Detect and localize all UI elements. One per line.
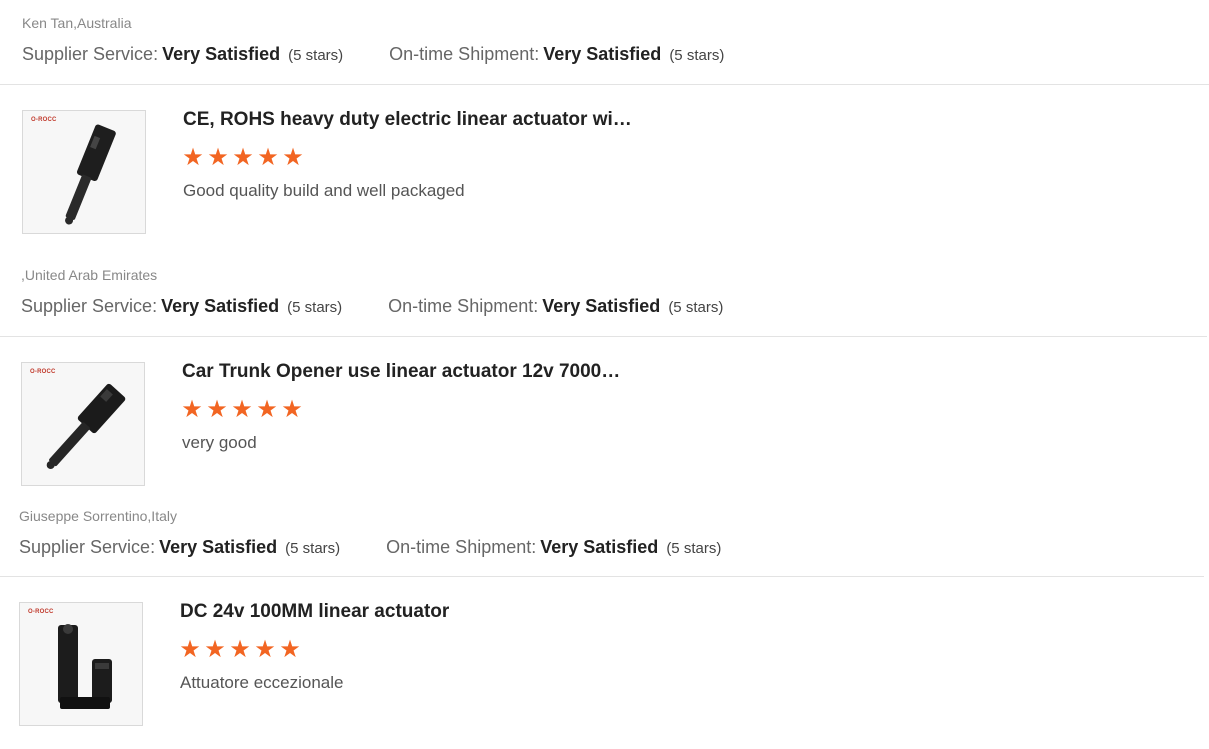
- supplier-service-stars: (5 stars): [288, 47, 344, 64]
- supplier-service-rating: Supplier Service: Very Satisfied (5 stars): [21, 296, 342, 317]
- shipment-stars: (5 stars): [666, 540, 722, 557]
- shipment-label: On-time Shipment:: [389, 44, 540, 64]
- review-comment: Attuatore eccezionale: [180, 673, 344, 692]
- ratings-row: Supplier Service: Very Satisfied (5 stars)…: [21, 296, 723, 317]
- shipment-stars: (5 stars): [669, 47, 725, 64]
- star-icon: ★: [254, 636, 276, 663]
- star-icon: ★: [231, 396, 253, 423]
- star-icon: ★: [257, 144, 279, 171]
- product-title[interactable]: CE, ROHS heavy duty electric linear actu…: [183, 109, 632, 131]
- shipment-stars: (5 stars): [668, 299, 724, 316]
- star-rating: ★ ★ ★ ★ ★: [178, 638, 302, 662]
- shipment-value: Very Satisfied: [543, 44, 662, 64]
- star-icon: ★: [206, 396, 228, 423]
- ratings-row: Supplier Service: Very Satisfied (5 stars)…: [19, 537, 721, 558]
- supplier-service-label: Supplier Service:: [21, 296, 158, 316]
- product-thumbnail[interactable]: O-ROCC: [21, 362, 145, 486]
- star-icon: ★: [182, 144, 204, 171]
- star-icon: ★: [256, 396, 278, 423]
- shipment-label: On-time Shipment:: [386, 537, 537, 557]
- supplier-service-stars: (5 stars): [287, 299, 343, 316]
- star-icon: ★: [279, 636, 301, 663]
- supplier-service-label: Supplier Service:: [22, 44, 159, 64]
- shipment-value: Very Satisfied: [540, 537, 659, 557]
- star-icon: ★: [207, 144, 229, 171]
- shipment-rating: On-time Shipment: Very Satisfied (5 stars): [388, 296, 723, 317]
- star-icon: ★: [204, 636, 226, 663]
- star-icon: ★: [179, 636, 201, 663]
- star-rating: ★ ★ ★ ★ ★: [181, 146, 305, 170]
- product-title[interactable]: DC 24v 100MM linear actuator: [180, 601, 449, 623]
- reviewer-name: Ken Tan,Australia: [22, 15, 132, 31]
- review-comment: Good quality build and well packaged: [183, 181, 465, 200]
- divider: [0, 336, 1207, 337]
- review-comment: very good: [182, 433, 257, 452]
- shipment-rating: On-time Shipment: Very Satisfied (5 stars): [389, 44, 724, 65]
- shipment-label: On-time Shipment:: [388, 296, 539, 316]
- shipment-rating: On-time Shipment: Very Satisfied (5 stars): [386, 537, 721, 558]
- product-thumbnail[interactable]: O-ROCC: [22, 110, 146, 234]
- star-icon: ★: [232, 144, 254, 171]
- star-rating: ★ ★ ★ ★ ★: [180, 398, 304, 422]
- actuator-image: [58, 624, 112, 709]
- supplier-service-rating: Supplier Service: Very Satisfied (5 stars): [22, 44, 343, 65]
- actuator-image: [65, 124, 116, 225]
- star-icon: ★: [282, 144, 304, 171]
- reviews-list: Ken Tan,Australia Supplier Service: Very …: [0, 0, 1209, 749]
- shipment-value: Very Satisfied: [542, 296, 661, 316]
- reviewer-name: ,United Arab Emirates: [21, 267, 158, 283]
- supplier-service-rating: Supplier Service: Very Satisfied (5 stars): [19, 537, 340, 558]
- product-thumbnail[interactable]: O-ROCC: [19, 602, 143, 726]
- reviewer-name: Giuseppe Sorrentino,Italy: [19, 508, 177, 524]
- star-icon: ★: [229, 636, 251, 663]
- divider: [0, 576, 1204, 577]
- star-icon: ★: [181, 396, 203, 423]
- star-icon: ★: [281, 396, 303, 423]
- ratings-row: Supplier Service: Very Satisfied (5 stars)…: [22, 44, 724, 65]
- supplier-service-value: Very Satisfied: [161, 296, 280, 316]
- supplier-service-value: Very Satisfied: [162, 44, 281, 64]
- supplier-service-value: Very Satisfied: [159, 537, 278, 557]
- divider: [0, 84, 1209, 85]
- supplier-service-label: Supplier Service:: [19, 537, 156, 557]
- product-title[interactable]: Car Trunk Opener use linear actuator 12v…: [182, 361, 620, 383]
- actuator-image: [46, 383, 126, 469]
- supplier-service-stars: (5 stars): [285, 540, 341, 557]
